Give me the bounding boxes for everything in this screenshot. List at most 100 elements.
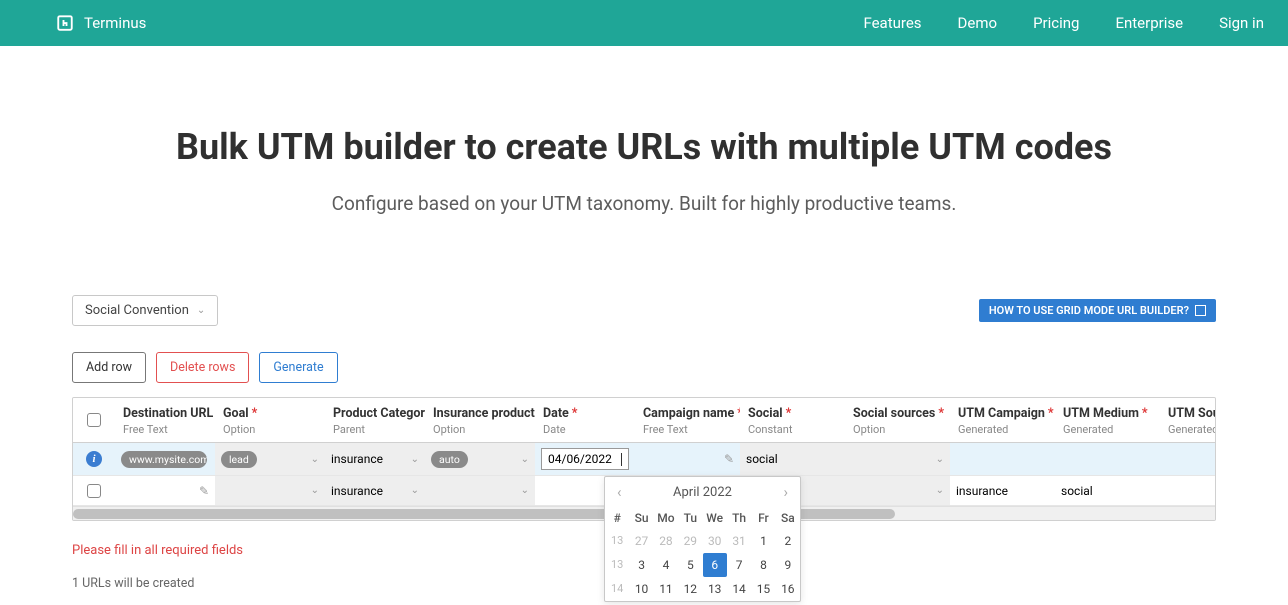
row-checkbox[interactable] (87, 484, 101, 498)
datepicker-day[interactable]: 15 (751, 577, 775, 601)
datepicker-day[interactable]: 14 (727, 577, 751, 601)
chevron-down-icon: ⌄ (411, 454, 419, 465)
category-cell[interactable]: insurance⌄ (325, 443, 425, 476)
datepicker-dow: # (605, 507, 629, 529)
datepicker-prev[interactable]: ‹ (613, 483, 626, 501)
utm-campaign-cell (950, 443, 1055, 476)
datepicker-day[interactable]: 5 (678, 553, 702, 577)
date-input[interactable]: 04/06/2022 (541, 448, 629, 470)
datepicker-day[interactable]: 4 (654, 553, 678, 577)
nav-demo[interactable]: Demo (958, 14, 998, 32)
datepicker: ‹ April 2022 › #SuMoTuWeThFrSa1327282930… (604, 476, 801, 602)
datepicker-day[interactable]: 27 (629, 529, 653, 553)
datepicker-grid: #SuMoTuWeThFrSa1327282930311213345678914… (605, 507, 800, 601)
utm-source-cell (1160, 476, 1215, 506)
datepicker-dow: Tu (678, 507, 702, 529)
datepicker-week-number: 13 (605, 529, 629, 553)
datepicker-day[interactable]: 6 (703, 553, 727, 577)
datepicker-day[interactable]: 1 (751, 529, 775, 553)
external-link-icon (1195, 305, 1206, 316)
column-header: Social sources*Option (845, 398, 950, 443)
datepicker-day[interactable]: 7 (727, 553, 751, 577)
column-header: Social*Constant (740, 398, 845, 443)
datepicker-week-number: 13 (605, 553, 629, 577)
nav-pricing[interactable]: Pricing (1033, 14, 1079, 32)
datepicker-day[interactable]: 29 (678, 529, 702, 553)
datepicker-day[interactable]: 3 (629, 553, 653, 577)
datepicker-day[interactable]: 13 (703, 577, 727, 601)
panel-top-row: Social Convention ⌄ HOW TO USE GRID MODE… (72, 295, 1216, 326)
datepicker-header: ‹ April 2022 › (605, 477, 800, 507)
column-header: Campaign name*Free Text (635, 398, 740, 443)
column-header: UTM Medium*Generated (1055, 398, 1160, 443)
goal-cell[interactable]: lead⌄ (215, 443, 325, 476)
datepicker-dow: Th (727, 507, 751, 529)
add-row-button[interactable]: Add row (72, 352, 146, 383)
pencil-icon: ✎ (199, 484, 209, 498)
category-cell[interactable]: insurance⌄ (325, 476, 425, 506)
datepicker-day[interactable]: 31 (727, 529, 751, 553)
select-all-checkbox[interactable] (87, 413, 101, 427)
campaign-cell[interactable]: ✎ (635, 443, 740, 476)
hero: Bulk UTM builder to create URLs with mul… (0, 46, 1288, 255)
chevron-down-icon: ⌄ (311, 485, 319, 496)
datepicker-next[interactable]: › (779, 483, 792, 501)
url-cell[interactable]: www.mysite.com/blog/a (115, 443, 215, 476)
convention-dropdown[interactable]: Social Convention ⌄ (72, 295, 218, 326)
nav-features[interactable]: Features (863, 14, 921, 32)
column-header: UTM Campaign*Generated (950, 398, 1055, 443)
column-header: Date*Date (535, 398, 635, 443)
datepicker-dow: We (703, 507, 727, 529)
social-cell[interactable]: social (740, 443, 845, 476)
datepicker-dow: Su (629, 507, 653, 529)
column-header: Goal*Option (215, 398, 325, 443)
brand[interactable]: Terminus (56, 14, 146, 32)
product-cell[interactable]: ⌄ (425, 476, 535, 506)
page-title: Bulk UTM builder to create URLs with mul… (0, 126, 1288, 168)
chevron-down-icon: ⌄ (197, 305, 205, 316)
header: Terminus Features Demo Pricing Enterpris… (0, 0, 1288, 46)
utm-medium-cell (1055, 443, 1160, 476)
datepicker-day[interactable]: 10 (629, 577, 653, 601)
utm-source-cell (1160, 443, 1215, 476)
date-cell[interactable]: 04/06/2022 (535, 443, 635, 476)
delete-rows-button[interactable]: Delete rows (156, 352, 249, 383)
generate-button[interactable]: Generate (259, 352, 337, 383)
datepicker-day[interactable]: 12 (678, 577, 702, 601)
datepicker-dow: Mo (654, 507, 678, 529)
chevron-down-icon: ⌄ (936, 454, 944, 465)
datepicker-day[interactable]: 2 (776, 529, 800, 553)
datepicker-day[interactable]: 9 (776, 553, 800, 577)
brand-name: Terminus (84, 14, 146, 32)
datepicker-day[interactable]: 28 (654, 529, 678, 553)
datepicker-day[interactable]: 11 (654, 577, 678, 601)
column-header: Product Category*Parent (325, 398, 425, 443)
chevron-down-icon: ⌄ (521, 454, 529, 465)
url-cell[interactable]: ✎ (115, 476, 215, 506)
product-cell[interactable]: auto⌄ (425, 443, 535, 476)
info-icon[interactable]: i (86, 451, 102, 467)
nav: Features Demo Pricing Enterprise Sign in (863, 14, 1264, 32)
column-header: UTM SouGenerated (1160, 398, 1215, 443)
logo-icon (56, 14, 74, 32)
datepicker-day[interactable]: 8 (751, 553, 775, 577)
nav-signin[interactable]: Sign in (1219, 14, 1264, 32)
goal-cell[interactable]: ⌄ (215, 476, 325, 506)
datepicker-day[interactable]: 16 (776, 577, 800, 601)
source-cell[interactable]: ⌄ (845, 476, 950, 506)
chevron-down-icon: ⌄ (936, 485, 944, 496)
source-cell[interactable]: ⌄ (845, 443, 950, 476)
chevron-down-icon: ⌄ (411, 485, 419, 496)
column-header: Destination URL*Free Text (115, 398, 215, 443)
chevron-down-icon: ⌄ (311, 454, 319, 465)
datepicker-day[interactable]: 30 (703, 529, 727, 553)
convention-label: Social Convention (85, 303, 189, 318)
datepicker-dow: Sa (776, 507, 800, 529)
page-subtitle: Configure based on your UTM taxonomy. Bu… (0, 192, 1288, 215)
datepicker-title: April 2022 (673, 485, 732, 500)
help-button[interactable]: HOW TO USE GRID MODE URL BUILDER? (979, 299, 1216, 322)
datepicker-dow: Fr (751, 507, 775, 529)
datepicker-week-number: 14 (605, 577, 629, 601)
nav-enterprise[interactable]: Enterprise (1115, 14, 1183, 32)
chevron-down-icon: ⌄ (521, 485, 529, 496)
